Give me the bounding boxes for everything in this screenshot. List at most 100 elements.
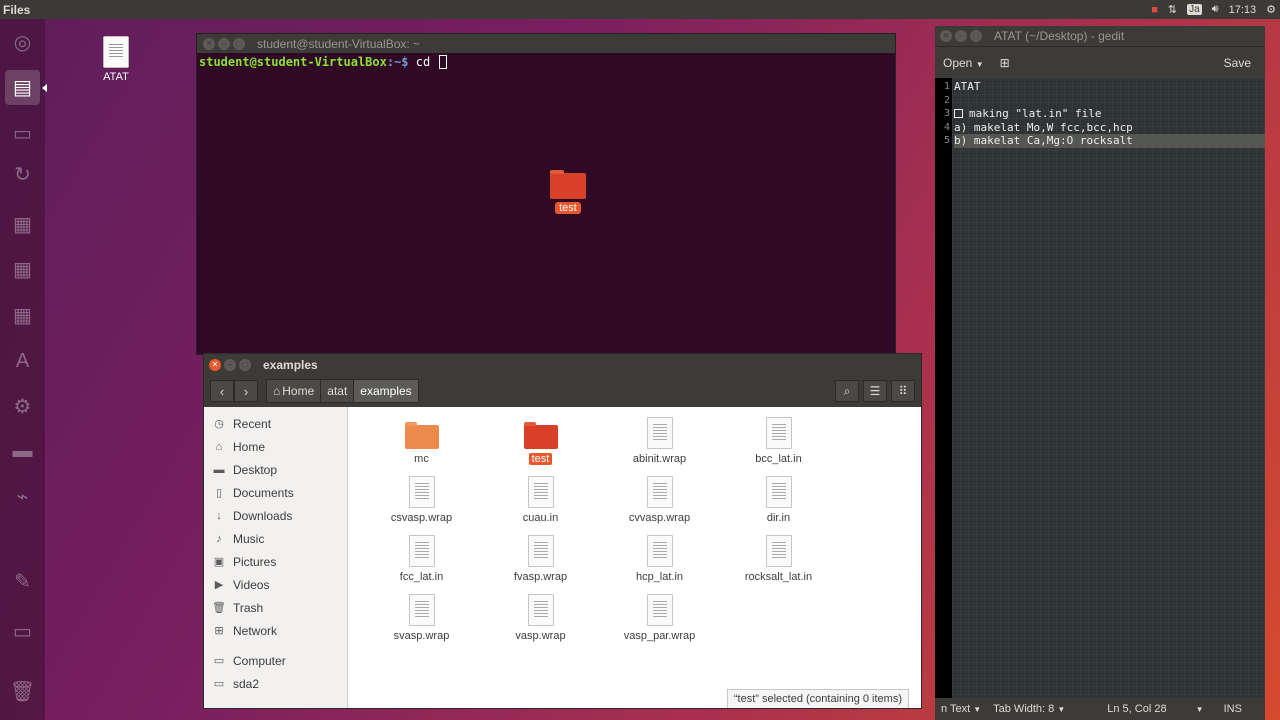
sidebar-item-music[interactable]: ♪ Music	[204, 527, 347, 550]
record-icon[interactable]: ■	[1151, 4, 1158, 16]
line-number: 3	[943, 108, 950, 119]
file-item[interactable]: csvasp.wrap	[362, 474, 481, 533]
file-item[interactable]: fvasp.wrap	[481, 533, 600, 592]
file-item[interactable]: svasp.wrap	[362, 592, 481, 651]
network-icon[interactable]: ⇅	[1168, 3, 1177, 16]
terminal-titlebar[interactable]: ✕ – □ student@student-VirtualBox: ~	[197, 34, 895, 53]
app-menu-title[interactable]: Files	[0, 3, 30, 17]
chevron-down-icon: ▼	[1195, 705, 1204, 714]
gedit-title: ATAT (~/Desktop) - gedit	[994, 29, 1125, 43]
editor-area[interactable]: 1 2 3 4 5 ATAT making "lat.in" file a) m…	[935, 78, 1265, 698]
dash-icon[interactable]: ◎	[5, 25, 40, 60]
terminal-content[interactable]: student@student-VirtualBox:~$ cd	[197, 53, 895, 71]
sidebar-item-home[interactable]: ⌂ Home	[204, 435, 347, 458]
file-item[interactable]: vasp_par.wrap	[600, 592, 719, 651]
breadcrumb-examples[interactable]: examples	[354, 380, 418, 402]
sidebar-item-label: Network	[233, 623, 278, 638]
settings-icon[interactable]: ⚙	[5, 389, 40, 424]
sidebar-item-documents[interactable]: ▯ Documents	[204, 481, 347, 504]
impress-icon[interactable]: ▦	[5, 298, 40, 333]
back-button[interactable]: ‹	[210, 380, 234, 402]
terminal-icon[interactable]: ▭	[5, 116, 40, 151]
open-button[interactable]: Open ▼	[935, 53, 992, 73]
calc-icon[interactable]: ▦	[5, 252, 40, 287]
close-icon[interactable]: ✕	[940, 30, 952, 42]
close-icon[interactable]: ✕	[209, 358, 221, 371]
forward-button[interactable]: ›	[234, 380, 258, 402]
breadcrumb-atat[interactable]: atat	[321, 380, 355, 402]
trash-icon[interactable]: 🗑︎	[5, 674, 40, 709]
sidebar-item-pictures[interactable]: ▣ Pictures	[204, 550, 347, 573]
close-icon[interactable]: ✕	[203, 37, 215, 50]
maximize-icon[interactable]: □	[970, 30, 982, 42]
maximize-icon[interactable]: □	[233, 37, 245, 50]
dragged-folder[interactable]: test	[548, 170, 588, 214]
new-tab-button[interactable]: ⊞	[992, 53, 1018, 73]
sidebar-item-sda2[interactable]: ▭ sda2	[204, 672, 347, 695]
tab-width-selector[interactable]: Tab Width: 8 ▼	[987, 703, 1071, 715]
insert-mode: INS	[1223, 703, 1242, 715]
sidebar-item-recent[interactable]: ◷ Recent	[204, 412, 347, 435]
sidebar-item-videos[interactable]: ▶ Videos	[204, 573, 347, 596]
file-item[interactable]: dir.in	[719, 474, 838, 533]
sidebar-item-computer[interactable]: ▭ Computer	[204, 649, 347, 672]
drive-icon[interactable]: ▬	[5, 434, 40, 469]
files-header: ‹ › ⌂ Home atat examples ⌕ ☰ ⠿	[204, 375, 921, 407]
maximize-icon[interactable]: □	[239, 358, 251, 371]
software-icon[interactable]: A	[5, 344, 40, 379]
current-line: b) makelat Ca,Mg:O rocksalt	[954, 134, 1265, 148]
files-icon[interactable]: ▤	[5, 70, 40, 105]
writer-icon[interactable]: ▦	[5, 207, 40, 242]
file-item[interactable]: cvvasp.wrap	[600, 474, 719, 533]
file-item[interactable]: fcc_lat.in	[362, 533, 481, 592]
file-item[interactable]: mc	[362, 415, 481, 474]
terminal-window[interactable]: ✕ – □ student@student-VirtualBox: ~ stud…	[196, 33, 896, 355]
file-item[interactable]: vasp.wrap	[481, 592, 600, 651]
sidebar-item-trash[interactable]: 🗑︎ Trash	[204, 596, 347, 619]
file-grid[interactable]: mc test abinit.wrap bcc_lat.in csvasp.wr…	[348, 407, 921, 708]
keyboard-indicator[interactable]: Ja	[1187, 4, 1202, 15]
file-item[interactable]: cuau.in	[481, 474, 600, 533]
sidebar-item-desktop[interactable]: ▬ Desktop	[204, 458, 347, 481]
volume-icon[interactable]: 🔊︎	[1212, 3, 1219, 16]
files-title: examples	[263, 357, 318, 372]
file-item-selected[interactable]: test	[481, 415, 600, 474]
network-icon: ⊞	[214, 625, 224, 637]
minimize-icon[interactable]: –	[955, 30, 967, 42]
places-sidebar: ◷ Recent ⌂ Home ▬ Desktop ▯ Documents ↓ Downl…	[204, 407, 348, 708]
search-button[interactable]: ⌕	[835, 380, 859, 402]
file-name: cuau.in	[522, 512, 559, 524]
cursor-position[interactable]: Ln 5, Col 28 ▼	[1101, 703, 1209, 715]
desktop-file-atat[interactable]: ATAT	[96, 36, 136, 83]
disk-icon[interactable]: ▭	[5, 614, 40, 649]
folder-icon	[550, 170, 586, 199]
sidebar-item-downloads[interactable]: ↓ Downloads	[204, 504, 347, 527]
sidebar-item-network[interactable]: ⊞ Network	[204, 619, 347, 642]
minimize-icon[interactable]: –	[218, 37, 230, 50]
breadcrumb: ⌂ Home atat examples	[266, 379, 419, 403]
save-button[interactable]: Save	[1216, 53, 1259, 73]
file-item[interactable]: abinit.wrap	[600, 415, 719, 474]
gedit-window[interactable]: ✕ – □ ATAT (~/Desktop) - gedit Open ▼ ⊞ …	[935, 26, 1265, 720]
file-item[interactable]: bcc_lat.in	[719, 415, 838, 474]
language-label: n Text	[941, 703, 971, 715]
list-view-button[interactable]: ☰	[863, 380, 887, 402]
desktop-icon: ▬	[213, 463, 225, 476]
language-selector[interactable]: n Text ▼	[935, 703, 987, 715]
text-lines[interactable]: ATAT making "lat.in" file a) makelat Mo,…	[952, 78, 1265, 698]
monitor-icon[interactable]: ⌁	[5, 479, 40, 514]
file-manager-window[interactable]: ✕ – □ examples ‹ › ⌂ Home atat examples ⌕…	[203, 353, 922, 709]
gear-icon[interactable]: ⚙	[1266, 3, 1276, 16]
clock[interactable]: 17:13	[1229, 4, 1257, 16]
sidebar-item-label: Music	[233, 531, 265, 546]
update-icon[interactable]: ↻	[5, 157, 40, 192]
file-item[interactable]: hcp_lat.in	[600, 533, 719, 592]
breadcrumb-home[interactable]: ⌂ Home	[267, 380, 322, 402]
document-icon	[103, 36, 129, 68]
minimize-icon[interactable]: –	[224, 358, 236, 371]
gedit-titlebar[interactable]: ✕ – □ ATAT (~/Desktop) - gedit	[935, 26, 1265, 46]
view-options-button[interactable]: ⠿	[891, 380, 915, 402]
files-titlebar[interactable]: ✕ – □ examples	[204, 354, 921, 375]
text-editor-icon[interactable]: ✎	[5, 564, 40, 599]
file-item[interactable]: rocksalt_lat.in	[719, 533, 838, 592]
